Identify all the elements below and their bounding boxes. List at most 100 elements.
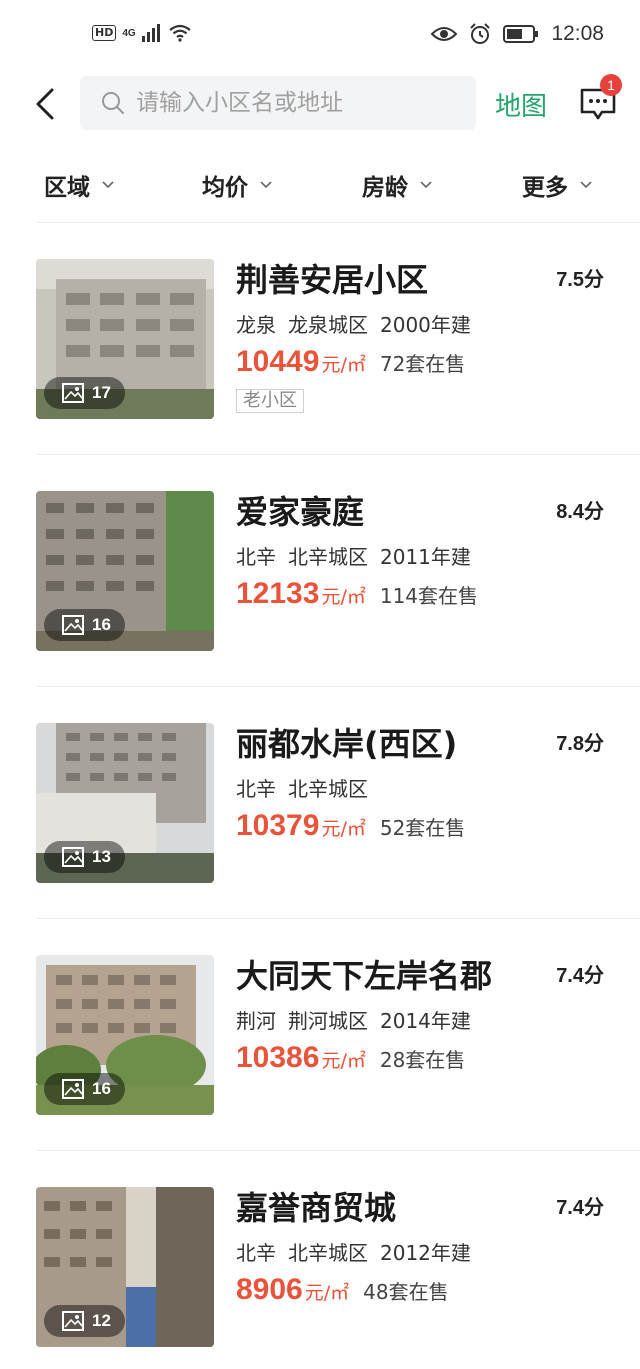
community-score: 7.4分: [556, 965, 604, 987]
price-row: 10379 元/㎡ 52套在售: [236, 809, 465, 843]
status-right: 12:08: [431, 22, 604, 46]
build-year: 2012年建: [380, 1241, 471, 1265]
image-icon: [62, 1079, 84, 1099]
community-meta: 北辛 北辛城区 2012年建: [236, 1237, 471, 1266]
filter-label: 更多: [522, 175, 568, 201]
map-button[interactable]: 地图: [495, 86, 547, 123]
build-year: 2014年建: [380, 1009, 471, 1033]
tag-badge: 老小区: [236, 389, 304, 413]
community-name: 爱家豪庭: [236, 493, 365, 531]
avg-price: 10386: [236, 1041, 320, 1074]
area: 龙泉城区: [288, 313, 368, 337]
chevron-down-icon: [102, 181, 114, 189]
search-box[interactable]: [80, 76, 476, 130]
on-sale-count: 48套在售: [363, 1280, 449, 1304]
district: 龙泉: [236, 313, 276, 337]
status-left: HD 4G: [92, 24, 192, 42]
community-meta: 龙泉 龙泉城区 2000年建: [236, 309, 471, 338]
price-row: 8906 元/㎡ 48套在售: [236, 1273, 449, 1307]
price-unit: 元/㎡: [321, 354, 366, 376]
chevron-down-icon: [420, 181, 432, 189]
photo-count-badge: 17: [44, 377, 125, 409]
area: 北辛城区: [288, 777, 368, 801]
photo-count: 13: [92, 847, 111, 866]
price-row: 12133 元/㎡ 114套在售: [236, 577, 478, 611]
price-unit: 元/㎡: [321, 818, 366, 840]
area: 荆河城区: [288, 1009, 368, 1033]
photo-count: 16: [92, 615, 111, 634]
clock: 12:08: [551, 22, 604, 45]
filter-label: 均价: [202, 175, 248, 201]
photo-count: 12: [92, 1311, 111, 1330]
community-name: 荆善安居小区: [236, 261, 429, 299]
filter-more[interactable]: 更多: [522, 168, 592, 202]
alarm-icon: [470, 23, 491, 44]
battery-icon: [503, 25, 539, 43]
district: 北辛: [236, 545, 276, 569]
build-year: 2011年建: [380, 545, 471, 569]
on-sale-count: 72套在售: [379, 352, 466, 376]
community-score: 7.5分: [556, 269, 604, 291]
photo-count-badge: 16: [44, 609, 125, 641]
image-icon: [62, 1311, 84, 1331]
avg-price: 12133: [236, 577, 320, 610]
network-label: 4G: [122, 27, 136, 39]
eye-icon: [431, 27, 458, 41]
filter-region[interactable]: 区域: [44, 168, 114, 202]
wifi-icon: [169, 24, 191, 42]
community-list: 17 荆善安居小区 7.5分 龙泉 龙泉城区 2000年建 10449 元/㎡ …: [0, 223, 640, 1369]
list-item[interactable]: 17 荆善安居小区 7.5分 龙泉 龙泉城区 2000年建 10449 元/㎡ …: [0, 223, 640, 455]
photo-count-badge: 12: [44, 1305, 125, 1337]
community-name: 嘉誉商贸城: [236, 1189, 397, 1227]
filter-label: 区域: [44, 175, 90, 201]
back-arrow-icon[interactable]: [30, 86, 60, 122]
community-name: 大同天下左岸名郡: [236, 957, 493, 995]
price-unit: 元/㎡: [321, 1050, 366, 1072]
community-meta: 北辛 北辛城区 2011年建: [236, 541, 471, 570]
price-unit: 元/㎡: [321, 586, 366, 608]
photo-count-badge: 13: [44, 841, 125, 873]
price-row: 10386 元/㎡ 28套在售: [236, 1041, 465, 1075]
search-header: 地图 1: [0, 74, 640, 134]
price-unit: 元/㎡: [304, 1282, 350, 1304]
photo-count: 16: [92, 1079, 111, 1098]
community-name: 丽都水岸(西区): [236, 725, 458, 763]
community-meta: 北辛 北辛城区: [236, 773, 368, 802]
list-item[interactable]: 16 大同天下左岸名郡 7.4分 荆河 荆河城区 2014年建 10386 元/…: [0, 919, 640, 1151]
on-sale-count: 114套在售: [379, 584, 479, 608]
message-badge: 1: [600, 74, 622, 96]
list-item[interactable]: 16 爱家豪庭 8.4分 北辛 北辛城区 2011年建 12133 元/㎡ 11…: [0, 455, 640, 687]
signal-icon: [141, 24, 160, 42]
chevron-down-icon: [580, 181, 592, 189]
image-icon: [62, 615, 84, 635]
build-year: 2000年建: [380, 313, 471, 337]
price-row: 10449 元/㎡ 72套在售: [236, 345, 465, 379]
area: 北辛城区: [288, 545, 368, 569]
community-meta: 荆河 荆河城区 2014年建: [236, 1005, 471, 1034]
image-icon: [62, 383, 84, 403]
hd-badge: HD: [92, 25, 117, 41]
filter-age[interactable]: 房龄: [362, 168, 432, 202]
list-item[interactable]: 12 嘉誉商贸城 7.4分 北辛 北辛城区 2012年建 8906 元/㎡ 48…: [0, 1151, 640, 1369]
district: 北辛: [236, 1241, 276, 1265]
filter-label: 房龄: [362, 175, 408, 201]
avg-price: 10379: [236, 809, 320, 842]
list-item[interactable]: 13 丽都水岸(西区) 7.8分 北辛 北辛城区 10379 元/㎡ 52套在售: [0, 687, 640, 919]
on-sale-count: 28套在售: [379, 1048, 466, 1072]
community-score: 7.4分: [556, 1197, 604, 1219]
status-bar: HD 4G 12:08: [0, 0, 640, 72]
district: 荆河: [236, 1009, 276, 1033]
on-sale-count: 52套在售: [379, 816, 466, 840]
filter-price[interactable]: 均价: [202, 168, 272, 202]
avg-price: 10449: [236, 345, 320, 378]
avg-price: 8906: [236, 1273, 303, 1306]
filter-bar: 区域 均价 房龄 更多: [0, 160, 640, 210]
search-input[interactable]: [136, 90, 466, 116]
area: 北辛城区: [288, 1241, 368, 1265]
community-score: 8.4分: [556, 501, 604, 523]
chevron-down-icon: [260, 181, 272, 189]
image-icon: [62, 847, 84, 867]
photo-count-badge: 16: [44, 1073, 125, 1105]
photo-count: 17: [92, 383, 111, 402]
search-icon: [102, 92, 124, 114]
